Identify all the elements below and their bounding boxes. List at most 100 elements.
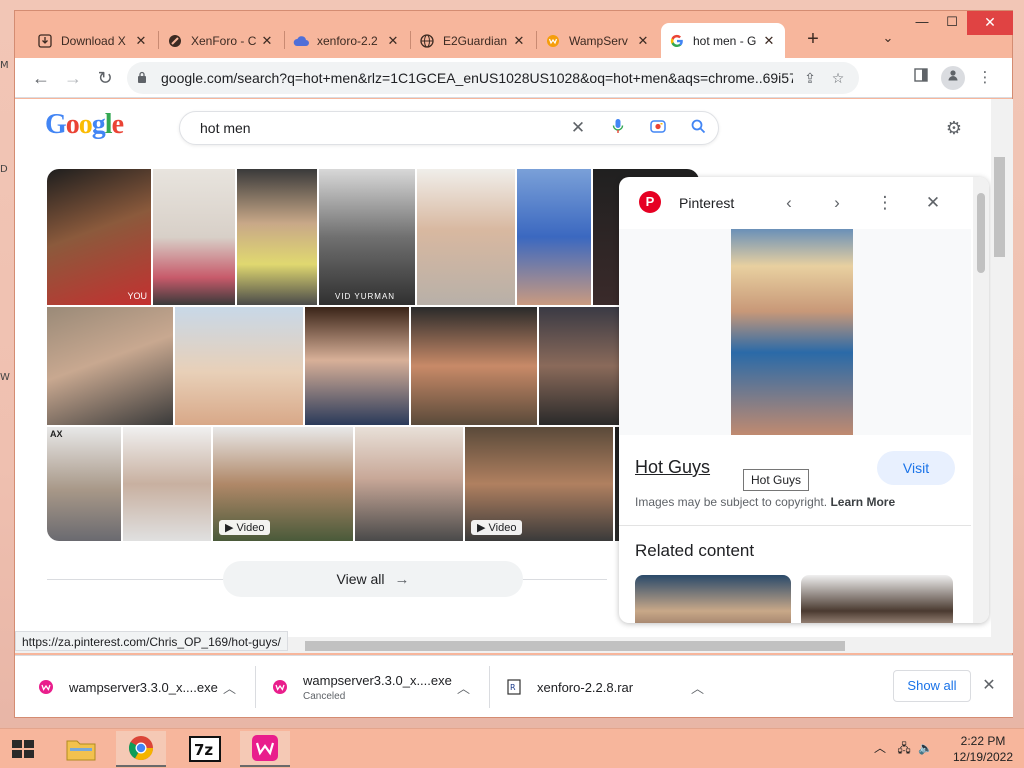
image-result[interactable] xyxy=(355,427,463,541)
clear-icon[interactable]: ✕ xyxy=(558,118,598,138)
network-icon[interactable]: 🖧 xyxy=(897,741,910,755)
image-result[interactable]: ▶ Video xyxy=(465,427,613,541)
preview-title-link[interactable]: Hot Guys xyxy=(635,457,710,478)
xenforo-icon xyxy=(167,33,183,49)
divider xyxy=(489,666,490,708)
window-close-button[interactable]: ✕ xyxy=(967,11,1013,35)
related-image[interactable] xyxy=(801,575,953,623)
minimize-button[interactable]: — xyxy=(907,11,937,35)
lock-icon xyxy=(137,71,151,86)
previous-icon[interactable]: ‹ xyxy=(777,191,801,215)
profile-avatar-icon[interactable] xyxy=(941,66,965,90)
tab-google-search[interactable]: hot men - G ✕ xyxy=(661,23,785,58)
chevron-up-icon[interactable]: ︿ xyxy=(457,678,470,697)
7zip-icon[interactable]: 7z xyxy=(180,731,230,767)
tab-download[interactable]: Download X ✕ xyxy=(29,23,157,58)
google-g-icon xyxy=(669,33,685,49)
image-preview-panel: P Pinterest ‹ › ⋮ ✕ Hot Guys Hot Guys Vi… xyxy=(619,177,989,623)
related-image[interactable] xyxy=(635,575,791,623)
close-icon[interactable]: ✕ xyxy=(511,33,527,49)
scrollbar-thumb[interactable] xyxy=(305,641,845,651)
source-name[interactable]: Pinterest xyxy=(679,195,734,211)
close-icon[interactable]: ✕ xyxy=(385,33,401,49)
share-icon[interactable]: ⇪ xyxy=(799,70,821,87)
image-result[interactable]: VID YURMAN xyxy=(319,169,415,305)
visit-button[interactable]: Visit xyxy=(877,451,955,485)
tab-xenforo[interactable]: XenForo - C ✕ xyxy=(159,23,283,58)
close-icon[interactable]: ✕ xyxy=(761,33,777,49)
new-tab-button[interactable]: + xyxy=(800,27,826,53)
copyright-notice: Images may be subject to copyright. Lear… xyxy=(635,495,896,509)
tab-strip: Download X ✕ XenForo - C ✕ xenforo-2.2 ✕… xyxy=(15,11,1013,58)
forward-button[interactable]: → xyxy=(59,64,87,92)
close-icon[interactable]: ✕ xyxy=(977,674,1001,698)
close-icon[interactable]: ✕ xyxy=(921,191,945,215)
search-icon[interactable] xyxy=(678,119,718,138)
tab-wampserver[interactable]: WampServ ✕ xyxy=(537,23,659,58)
tab-e2guardian[interactable]: E2Guardian ✕ xyxy=(411,23,535,58)
download-item[interactable]: wampserver3.3.0_x....exe Canceled ︿ xyxy=(271,666,487,708)
preview-image[interactable] xyxy=(731,229,853,435)
browser-window: Download X ✕ XenForo - C ✕ xenforo-2.2 ✕… xyxy=(14,10,1013,718)
google-logo[interactable]: Google xyxy=(45,109,124,141)
show-all-button[interactable]: Show all xyxy=(893,670,971,702)
wamp-icon xyxy=(545,33,561,49)
video-badge: ▶ Video xyxy=(471,520,523,535)
scrollbar-thumb[interactable] xyxy=(994,157,1005,257)
reload-button[interactable]: ↻ xyxy=(91,64,119,92)
desktop-icon-edge: W xyxy=(0,372,10,383)
maximize-button[interactable]: ☐ xyxy=(937,11,967,35)
chevron-up-icon[interactable]: ︿ xyxy=(874,741,886,755)
windows-start-icon[interactable] xyxy=(8,735,38,763)
camera-lens-icon[interactable] xyxy=(638,118,678,138)
close-icon[interactable]: ✕ xyxy=(635,33,651,49)
gear-icon[interactable]: ⚙ xyxy=(943,117,965,139)
bookmark-star-icon[interactable]: ☆ xyxy=(827,70,849,87)
menu-kebab-icon[interactable]: ⋮ xyxy=(973,66,997,90)
search-box[interactable]: hot men ✕ xyxy=(179,111,719,145)
next-icon[interactable]: › xyxy=(825,191,849,215)
address-bar[interactable]: google.com/search?q=hot+men&rlz=1C1GCEA_… xyxy=(127,62,859,94)
page-scrollbar[interactable] xyxy=(991,99,1013,643)
tab-xenforo-download[interactable]: xenforo-2.2 ✕ xyxy=(285,23,409,58)
chrome-icon[interactable] xyxy=(116,731,166,767)
download-item[interactable]: R xenforo-2.2.8.rar ︿ xyxy=(505,666,721,708)
chevron-up-icon[interactable]: ︿ xyxy=(691,678,704,697)
back-button[interactable]: ← xyxy=(27,64,55,92)
view-all-button[interactable]: View all → xyxy=(223,561,523,597)
svg-text:7z: 7z xyxy=(194,741,213,759)
wampserver-icon[interactable] xyxy=(240,731,290,767)
scrollbar-thumb[interactable] xyxy=(977,193,985,273)
panel-scrollbar[interactable] xyxy=(973,177,989,623)
microphone-icon[interactable] xyxy=(598,118,638,138)
file-explorer-icon[interactable] xyxy=(56,731,106,767)
search-input[interactable]: hot men xyxy=(200,120,558,136)
volume-icon[interactable]: 🔈 xyxy=(918,741,933,755)
close-icon[interactable]: ✕ xyxy=(259,33,275,49)
learn-more-link[interactable]: Learn More xyxy=(830,495,895,509)
image-result[interactable]: ▶ Video xyxy=(213,427,353,541)
chevron-down-icon[interactable]: ⌄ xyxy=(877,27,899,49)
image-result[interactable] xyxy=(237,169,317,305)
image-result[interactable] xyxy=(417,169,515,305)
chevron-up-icon[interactable]: ︿ xyxy=(223,678,236,697)
image-watermark: AX xyxy=(50,429,63,439)
image-result[interactable]: AX xyxy=(47,427,121,541)
image-result[interactable] xyxy=(517,169,591,305)
globe-icon xyxy=(419,33,435,49)
more-options-icon[interactable]: ⋮ xyxy=(873,191,897,215)
close-icon[interactable]: ✕ xyxy=(133,33,149,49)
side-panel-icon[interactable] xyxy=(909,66,933,90)
image-result[interactable] xyxy=(47,307,173,425)
clock[interactable]: 2:22 PM 12/19/2022 xyxy=(948,733,1018,765)
image-result[interactable] xyxy=(411,307,537,425)
image-result[interactable] xyxy=(153,169,235,305)
rar-file-icon: R xyxy=(505,678,523,696)
divider xyxy=(255,666,256,708)
image-result[interactable] xyxy=(123,427,211,541)
divider xyxy=(619,525,971,526)
image-result[interactable] xyxy=(175,307,303,425)
image-result[interactable] xyxy=(305,307,409,425)
download-item[interactable]: wampserver3.3.0_x....exe ︿ xyxy=(37,666,253,708)
image-result[interactable]: YOU xyxy=(47,169,151,305)
